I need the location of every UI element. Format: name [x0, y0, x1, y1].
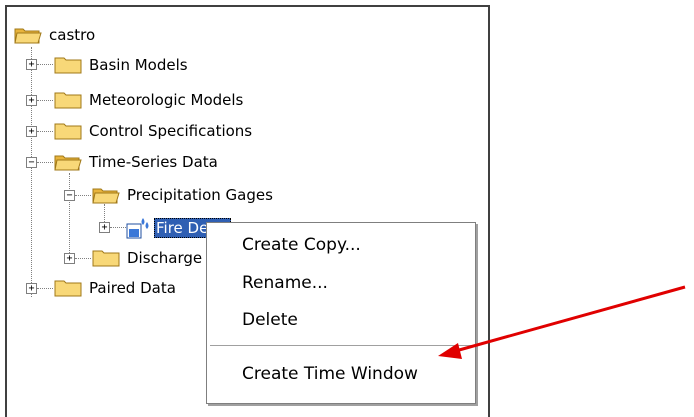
annotation-arrow-icon — [438, 285, 686, 359]
